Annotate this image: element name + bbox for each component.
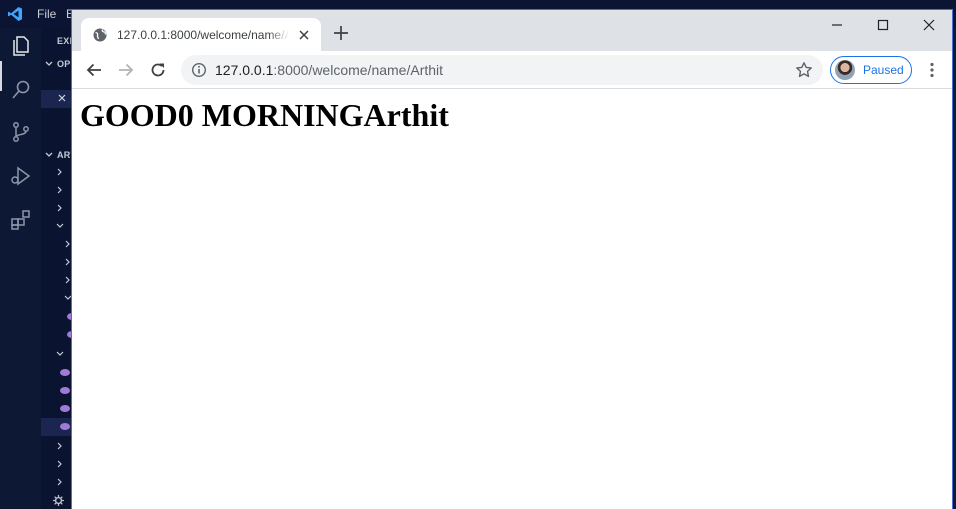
explorer-icon[interactable] [9,34,33,58]
chevron-down-icon [56,223,64,228]
forward-arrow-icon[interactable] [117,61,135,79]
page-heading: GOOD0 MORNINGArthit [80,97,449,133]
chevron-down-icon [56,351,64,356]
address-bar[interactable]: 127.0.0.1:8000/welcome/name/Arthit [181,55,823,85]
profile-status-label: Paused [863,63,904,77]
php-file-icon [60,369,70,376]
reload-icon[interactable] [149,61,167,79]
tab-close-icon[interactable] [297,28,311,42]
close-window-icon[interactable] [921,17,937,33]
tab-strip: 127.0.0.1:8000/welcome/name/Arthit [72,10,952,52]
browser-tab[interactable]: 127.0.0.1:8000/welcome/name/Arthit [81,18,321,52]
bookmark-star-icon[interactable] [795,61,813,79]
php-file-icon [60,423,70,430]
gear-icon[interactable] [53,495,64,506]
chevron-down-icon [45,152,53,157]
php-file-icon [60,387,70,394]
avatar [835,60,855,80]
vscode-logo-icon [8,7,22,21]
browser-toolbar: 127.0.0.1:8000/welcome/name/Arthit Pause… [72,51,952,89]
browser-window: 127.0.0.1:8000/welcome/name/Arthit [71,9,953,509]
menu-file[interactable]: File [37,7,56,21]
chevron-right-icon [57,442,62,450]
profile-button[interactable]: Paused [830,56,912,84]
close-icon[interactable] [58,94,66,102]
minimize-icon[interactable] [829,17,845,33]
kebab-menu-icon[interactable] [923,61,941,79]
chevron-right-icon [57,168,62,176]
chevron-down-icon [45,61,53,66]
extensions-icon[interactable] [9,208,33,232]
chevron-right-icon [57,478,62,486]
url-text[interactable]: 127.0.0.1:8000/welcome/name/Arthit [215,62,443,78]
search-icon[interactable] [9,78,33,102]
php-file-icon [60,405,70,412]
url-path: :8000/welcome/name/Arthit [273,62,444,78]
open-editors-label: OP [57,59,71,69]
new-tab-plus-icon[interactable] [333,25,349,41]
tab-title: 127.0.0.1:8000/welcome/name/Arthit [117,28,289,42]
url-host: 127.0.0.1 [215,62,274,78]
page-content: GOOD0 MORNINGArthit [72,89,952,509]
globe-icon [93,28,107,42]
activity-bar [0,28,41,509]
maximize-icon[interactable] [875,17,891,33]
chevron-right-icon [57,186,62,194]
back-arrow-icon[interactable] [85,61,103,79]
chevron-right-icon [57,460,62,468]
source-control-icon[interactable] [9,120,33,144]
info-icon[interactable] [191,62,207,78]
active-indicator [0,61,2,91]
chevron-right-icon [57,204,62,212]
run-debug-icon[interactable] [9,164,33,188]
